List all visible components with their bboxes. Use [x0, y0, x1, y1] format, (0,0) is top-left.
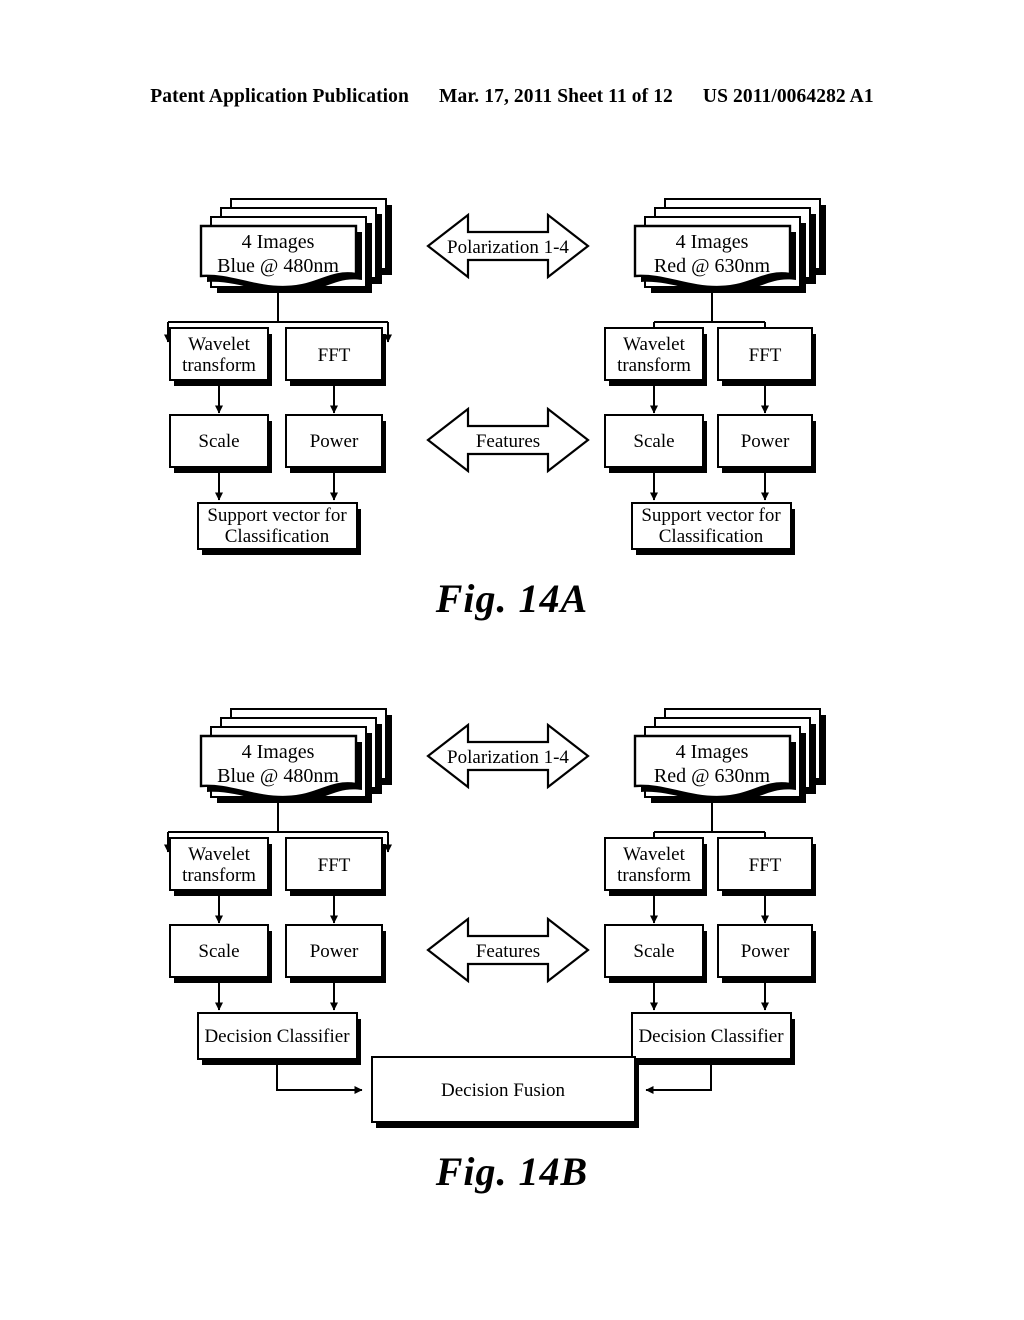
- right-stack-line2: Red @ 630nm: [654, 765, 771, 787]
- left-fft-box: FFT: [285, 837, 386, 896]
- header-publication-label: Patent Application Publication: [150, 86, 409, 107]
- right-power-label: Power: [741, 431, 790, 452]
- left-wavelet-label-line1: Wavelet: [188, 844, 250, 865]
- left-decision-classifier-label: Decision Classifier: [204, 1026, 350, 1047]
- right-power-box: Power: [717, 924, 816, 983]
- left-stack-line2: Blue @ 480nm: [217, 255, 339, 277]
- header-date-sheet: Mar. 17, 2011 Sheet 11 of 12: [438, 86, 673, 107]
- left-image-stack: 4 Images Blue @ 480nm: [199, 198, 392, 294]
- left-stack-line1: 4 Images: [242, 231, 315, 253]
- left-output-label-line2: Classification: [225, 526, 330, 547]
- left-output-box: Support vector for Classification: [197, 502, 361, 555]
- figure-14b-caption: Fig. 14B: [435, 1149, 589, 1194]
- left-fft-label: FFT: [318, 855, 351, 876]
- patent-page: Patent Application Publication Mar. 17, …: [0, 0, 1024, 1320]
- right-output-label-line2: Classification: [659, 526, 764, 547]
- polarization-label-14a: Polarization 1-4: [447, 237, 569, 258]
- right-power-label: Power: [741, 941, 790, 962]
- left-power-box: Power: [285, 414, 386, 473]
- right-decision-classifier-box: Decision Classifier: [631, 1012, 795, 1065]
- right-fft-label: FFT: [749, 345, 782, 366]
- right-fft-box: FFT: [717, 327, 816, 386]
- left-stack-line2: Blue @ 480nm: [217, 765, 339, 787]
- right-decision-classifier-label: Decision Classifier: [638, 1026, 784, 1047]
- right-wavelet-box: Wavelet transform: [604, 837, 707, 896]
- right-wavelet-label-line1: Wavelet: [623, 334, 685, 355]
- features-arrow-14b: Features: [426, 916, 590, 984]
- left-wavelet-label-line1: Wavelet: [188, 334, 250, 355]
- left-wavelet-box: Wavelet transform: [169, 327, 272, 386]
- left-fft-box: FFT: [285, 327, 386, 386]
- left-wavelet-label-line2: transform: [182, 355, 256, 376]
- left-stack-line1: 4 Images: [242, 741, 315, 763]
- right-scale-box: Scale: [604, 414, 707, 473]
- polarization-arrow-14b: Polarization 1-4: [426, 722, 590, 790]
- right-wavelet-label-line1: Wavelet: [623, 844, 685, 865]
- right-power-box: Power: [717, 414, 816, 473]
- left-decision-classifier-box: Decision Classifier: [197, 1012, 361, 1065]
- left-wavelet-box: Wavelet transform: [169, 837, 272, 896]
- features-arrow-14a: Features: [426, 406, 590, 474]
- right-scale-box: Scale: [604, 924, 707, 983]
- right-wavelet-label-line2: transform: [617, 865, 691, 886]
- right-scale-label: Scale: [633, 431, 674, 452]
- right-stack-line1: 4 Images: [676, 231, 749, 253]
- figure-14a-caption: Fig. 14A: [435, 576, 589, 621]
- left-power-label: Power: [310, 941, 359, 962]
- page-header: Patent Application Publication Mar. 17, …: [0, 86, 1024, 112]
- right-scale-label: Scale: [633, 941, 674, 962]
- right-output-box: Support vector for Classification: [631, 502, 795, 555]
- left-image-stack: 4 Images Blue @ 480nm: [199, 708, 392, 804]
- figure-14a-diagram: 4 Images Blue @ 480nm Wavelet transform …: [164, 198, 826, 555]
- right-image-stack: 4 Images Red @ 630nm: [633, 708, 826, 804]
- decision-fusion-label: Decision Fusion: [441, 1080, 566, 1101]
- left-scale-box: Scale: [169, 414, 272, 473]
- left-scale-label: Scale: [198, 941, 239, 962]
- right-wavelet-box: Wavelet transform: [604, 327, 707, 386]
- left-wavelet-label-line2: transform: [182, 865, 256, 886]
- right-stack-line1: 4 Images: [676, 741, 749, 763]
- decision-fusion-box: Decision Fusion: [371, 1056, 639, 1128]
- right-fft-box: FFT: [717, 837, 816, 896]
- left-scale-box: Scale: [169, 924, 272, 983]
- features-label-14b: Features: [476, 941, 540, 962]
- right-output-label-line1: Support vector for: [641, 505, 781, 526]
- right-image-stack: 4 Images Red @ 630nm: [633, 198, 826, 294]
- figure-14b-diagram: 4 Images Blue @ 480nm Wavelet transform …: [164, 708, 826, 1128]
- header-patent-number: US 2011/0064282 A1: [702, 86, 874, 107]
- right-stack-line2: Red @ 630nm: [654, 255, 771, 277]
- left-scale-label: Scale: [198, 431, 239, 452]
- right-fft-label: FFT: [749, 855, 782, 876]
- polarization-label-14b: Polarization 1-4: [447, 747, 569, 768]
- left-output-label-line1: Support vector for: [207, 505, 347, 526]
- right-wavelet-label-line2: transform: [617, 355, 691, 376]
- polarization-arrow-14a: Polarization 1-4: [426, 212, 590, 280]
- left-power-box: Power: [285, 924, 386, 983]
- features-label-14a: Features: [476, 431, 540, 452]
- left-power-label: Power: [310, 431, 359, 452]
- left-fft-label: FFT: [318, 345, 351, 366]
